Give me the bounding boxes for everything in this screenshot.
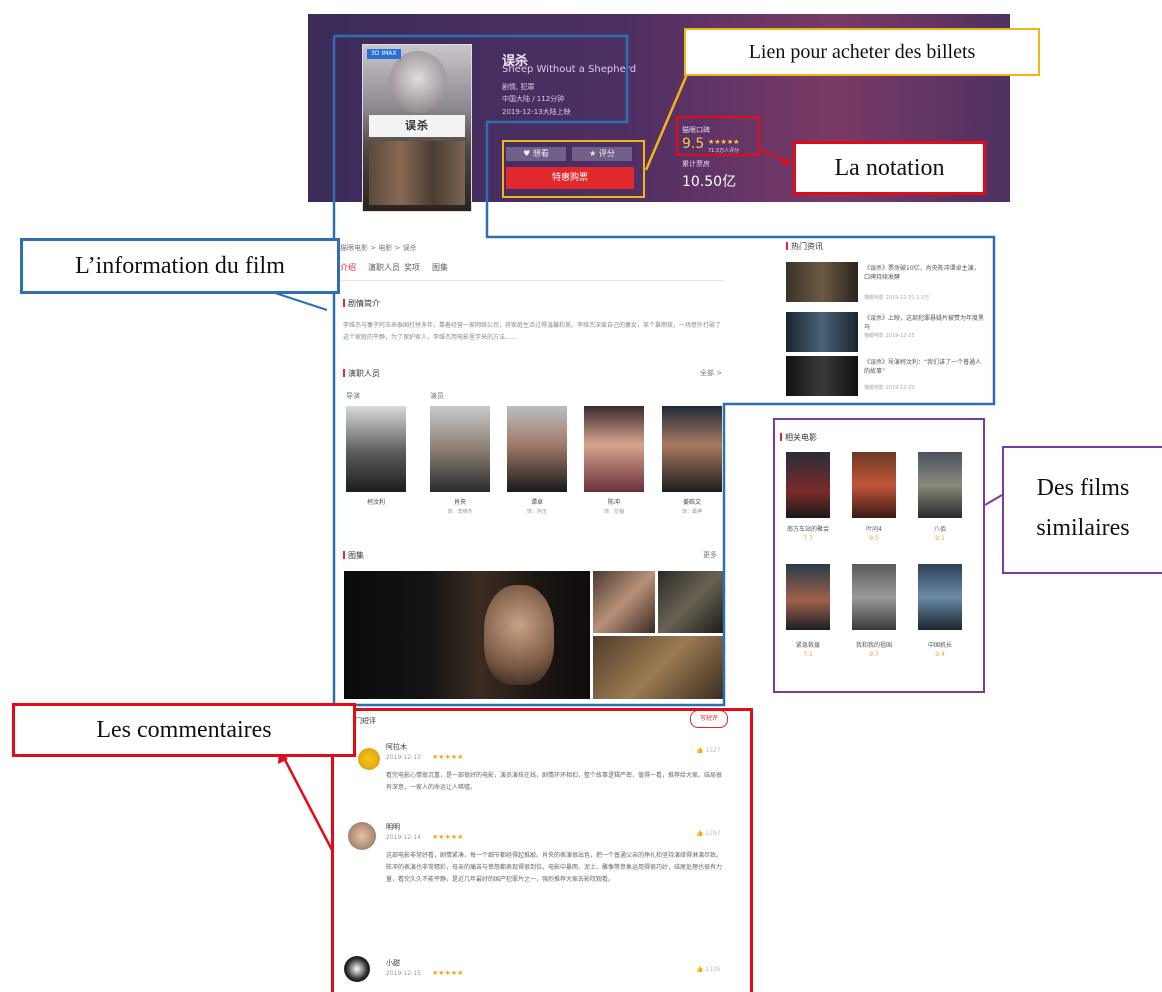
box-office-value: 10.50亿	[682, 174, 737, 190]
movie-english-title: Sheep Without a Shepherd	[502, 64, 637, 75]
cast-role: 饰：李维杰	[447, 509, 473, 515]
cast-photo[interactable]	[430, 406, 490, 492]
tab-cast[interactable]: 演职人员	[368, 262, 400, 273]
tab-photos[interactable]: 图集	[432, 262, 448, 273]
photos-more-link[interactable]: 更多	[703, 550, 717, 560]
photos-heading: 图集	[343, 550, 364, 561]
director-label: 导演	[346, 392, 360, 400]
intro-text: 李维杰与妻子阿玉来泰国打拼多年，靠着经营一家网络公司，将家庭生活过得温馨和美。李…	[343, 322, 722, 341]
still-photo-main[interactable]	[344, 571, 590, 699]
similar-label-line1: Des films	[1036, 475, 1130, 501]
still-photo[interactable]	[658, 571, 724, 633]
news-thumbnail[interactable]	[786, 356, 858, 396]
imax-badge: 3D IMAX	[367, 49, 401, 59]
film-info-label-text: L’information du film	[75, 253, 285, 279]
news-title[interactable]: 《误杀》票房破10亿，肖央陈冲谭卓主演，口碑持续发酵	[864, 264, 984, 282]
news-meta: 猫眼电影 2019-12-31 1.2万	[864, 295, 930, 301]
comments-label: Les commentaires	[12, 703, 356, 757]
rating-label: La notation	[793, 141, 986, 195]
still-photo[interactable]	[593, 636, 724, 699]
tab-divider	[340, 280, 724, 281]
cast-role: 饰：拉韫	[603, 509, 624, 515]
cast-name[interactable]: 肖央	[430, 497, 490, 506]
news-heading: 热门资讯	[786, 241, 823, 252]
comments-highlight	[331, 708, 753, 992]
movie-genre: 剧情, 犯罪	[502, 83, 535, 91]
cast-role: 饰：桑坤	[681, 509, 702, 515]
cast-photo[interactable]	[662, 406, 722, 492]
cast-name[interactable]: 柯汶利	[346, 497, 406, 506]
tab-intro[interactable]: 介绍	[340, 262, 356, 273]
news-thumbnail[interactable]	[786, 312, 858, 352]
cast-more-link[interactable]: 全部 >	[700, 368, 722, 378]
rating-highlight	[676, 116, 760, 156]
box-office-label: 累计票房	[682, 160, 710, 168]
breadcrumb[interactable]: 猫眼电影 > 电影 > 误杀	[340, 243, 417, 253]
similar-films-highlight	[773, 418, 985, 693]
movie-release-date: 2019-12-13大陆上映	[502, 108, 571, 116]
still-photo[interactable]	[593, 571, 655, 633]
news-title[interactable]: 《误杀》上映，这部犯罪悬疑片被赞为年度黑马	[864, 314, 984, 332]
cast-name[interactable]: 谭卓	[507, 497, 567, 506]
news-thumbnail[interactable]	[786, 262, 858, 302]
poster-cast-art	[369, 141, 465, 205]
tab-awards[interactable]: 奖项	[404, 262, 420, 273]
movie-poster[interactable]: 误杀 3D IMAX	[362, 44, 472, 212]
news-meta: 猫眼电影 2019-12-20	[864, 385, 915, 391]
movie-length: 中国大陆 / 112分钟	[502, 95, 565, 103]
cast-photo[interactable]	[584, 406, 644, 492]
cast-name[interactable]: 姜皓文	[662, 497, 722, 506]
poster-title: 误杀	[369, 115, 465, 137]
news-meta: 猫眼电影 2019-12-25	[864, 333, 915, 339]
actor-label: 演员	[430, 392, 444, 400]
cast-photo[interactable]	[507, 406, 567, 492]
ticket-link-highlight	[502, 140, 645, 198]
ticket-link-label: Lien pour acheter des billets	[684, 28, 1040, 76]
cast-role: 饰：阿玉	[526, 509, 547, 515]
cast-name[interactable]: 陈冲	[584, 497, 644, 506]
film-info-label: L’information du film	[20, 238, 340, 294]
poster-face-art	[389, 51, 447, 113]
news-title[interactable]: 《误杀》导演柯汶利：“我们讲了一个普通人的故事”	[864, 358, 984, 376]
cast-heading: 演职人员	[343, 368, 380, 379]
intro-heading: 剧情简介	[343, 298, 380, 309]
similar-films-label: Des films similaires	[1002, 446, 1162, 574]
similar-label-line2: similaires	[1036, 515, 1130, 541]
cast-photo[interactable]	[346, 406, 406, 492]
